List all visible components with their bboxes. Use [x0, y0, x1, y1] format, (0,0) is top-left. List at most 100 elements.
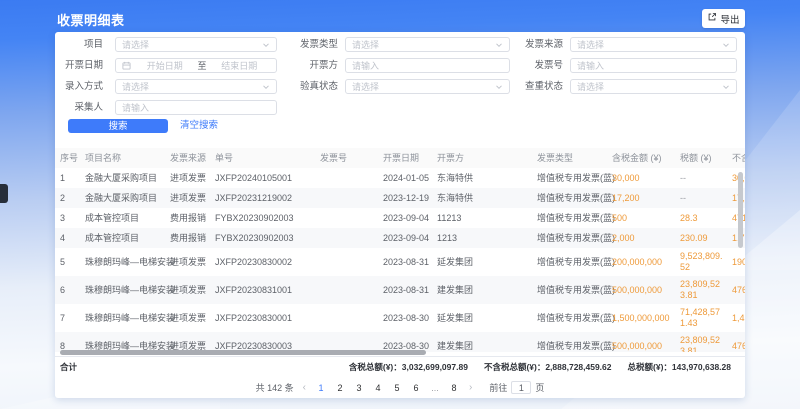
chevron-down-icon [262, 83, 270, 91]
project-select[interactable]: 请选择 [115, 37, 277, 52]
page-button[interactable]: 4 [372, 383, 384, 393]
entry-method-select[interactable]: 请选择 [115, 79, 277, 94]
cell-issuer: 延发集团 [437, 248, 537, 276]
chevron-down-icon [495, 41, 503, 49]
page-button[interactable]: 5 [391, 383, 403, 393]
cell-amount_with_tax: 30,000 [612, 168, 680, 188]
invoice-detail-card: 项目 请选择 发票类型 请选择 发票来源 请选择 开票日期 [55, 32, 745, 398]
cell-type: 增值税专用发票(蓝) [537, 188, 612, 208]
cell-type: 增值税专用发票(蓝) [537, 332, 612, 352]
col-header-amount-with-tax: 含税金额 (¥) [612, 148, 680, 168]
cell-amount_with_tax: 17,200 [612, 188, 680, 208]
cell-project: 珠穆朗玛峰—电梯安装 [85, 304, 170, 332]
goto-page-input[interactable] [511, 381, 531, 394]
cell-tax: 23,809,523.81 [680, 276, 732, 304]
invoice-number-input[interactable] [577, 61, 730, 71]
horizontal-scrollbar-thumb[interactable] [60, 350, 426, 355]
col-header-issuer: 开票方 [437, 148, 537, 168]
collector-input-wrap [115, 100, 277, 115]
cell-project: 金融大厦采购项目 [85, 188, 170, 208]
goto-label: 前往 [489, 381, 507, 394]
cell-date: 2023-08-31 [383, 248, 437, 276]
page-title: 收票明细表 [57, 10, 125, 29]
invoice-source-select[interactable]: 请选择 [570, 37, 737, 52]
summary-label: 合计 [55, 361, 77, 373]
page-button[interactable]: 3 [353, 383, 365, 393]
export-button[interactable]: 导出 [702, 9, 745, 28]
sidebar-collapse-handle[interactable] [0, 184, 8, 203]
cell-source: 费用报销 [170, 208, 215, 228]
col-header-no: 序号 [55, 148, 85, 168]
start-date-placeholder: 开始日期 [134, 59, 196, 72]
cell-project: 成本管控项目 [85, 228, 170, 248]
search-button[interactable]: 搜索 [68, 119, 168, 133]
cell-type: 增值税专用发票(蓝) [537, 228, 612, 248]
cell-invoice_no [320, 332, 383, 352]
cell-tax: 28.3 [680, 208, 732, 228]
cell-tax: -- [680, 168, 732, 188]
table-row: 6珠穆朗玛峰—电梯安装进项发票JXFP202308310012023-08-31… [55, 276, 745, 304]
filter-label-dup-check-status: 查重状态 [510, 79, 563, 94]
filter-label-verify-status: 验真状态 [285, 79, 338, 94]
cell-amount_without_tax: 1,428,571,428.57 [732, 304, 745, 332]
cell-amount_with_tax: 500,000,000 [612, 332, 680, 352]
page-ellipsis: ... [429, 383, 441, 393]
page-button[interactable]: 8 [448, 383, 460, 393]
page-button[interactable]: 6 [410, 383, 422, 393]
page-button[interactable]: 1 [315, 383, 327, 393]
cell-invoice_no [320, 168, 383, 188]
cell-invoice_no [320, 188, 383, 208]
col-header-project: 项目名称 [85, 148, 170, 168]
dup-check-status-select[interactable]: 请选择 [570, 79, 737, 94]
filter-label-invoice-type: 发票类型 [285, 37, 338, 52]
cell-source: 进项发票 [170, 276, 215, 304]
cell-type: 增值税专用发票(蓝) [537, 208, 612, 228]
clear-search-button[interactable]: 清空搜索 [180, 119, 218, 133]
vertical-scrollbar-thumb[interactable] [738, 172, 743, 248]
col-header-invoice-no: 发票号 [320, 148, 383, 168]
cell-order_no: JXFP20240105001 [215, 168, 320, 188]
cell-date: 2023-09-04 [383, 208, 437, 228]
issuer-input[interactable] [352, 61, 503, 71]
next-page-button[interactable]: › [467, 382, 474, 393]
cell-source: 进项发票 [170, 332, 215, 352]
export-button-label: 导出 [720, 12, 739, 26]
cell-no: 4 [55, 228, 85, 248]
cell-amount_with_tax: 2,000 [612, 228, 680, 248]
cell-date: 2023-12-19 [383, 188, 437, 208]
cell-no: 2 [55, 188, 85, 208]
prev-page-button[interactable]: ‹ [301, 382, 308, 393]
col-header-tax: 税额 (¥) [680, 148, 732, 168]
cell-issuer: 11213 [437, 208, 537, 228]
col-header-type: 发票类型 [537, 148, 612, 168]
pagination-total: 共 142 条 [256, 381, 294, 394]
summary-without-tax: 不含税总额(¥)：2,888,728,459.62 [484, 361, 612, 373]
summary-total-tax: 总税额(¥)：143,970,638.28 [628, 361, 731, 373]
cell-source: 费用报销 [170, 228, 215, 248]
cell-type: 增值税专用发票(蓝) [537, 276, 612, 304]
cell-date: 2023-09-04 [383, 228, 437, 248]
page-button[interactable]: 2 [334, 383, 346, 393]
cell-amount_without_tax: 476,190,476.19 [732, 332, 745, 352]
cell-no: 8 [55, 332, 85, 352]
collector-input[interactable] [122, 103, 270, 113]
cell-order_no: FYBX20230902003 [215, 208, 320, 228]
invoice-type-select[interactable]: 请选择 [345, 37, 510, 52]
cell-tax: 23,809,523.81 [680, 332, 732, 352]
cell-source: 进项发票 [170, 188, 215, 208]
filter-label-entry-method: 录入方式 [55, 79, 103, 94]
summary-with-tax: 含税总额(¥)：3,032,699,097.89 [349, 361, 468, 373]
chevron-down-icon [722, 41, 730, 49]
cell-order_no: JXFP20231219002 [215, 188, 320, 208]
filter-label-collector: 采集人 [55, 100, 103, 115]
verify-status-select[interactable]: 请选择 [345, 79, 510, 94]
cell-type: 增值税专用发票(蓝) [537, 168, 612, 188]
cell-tax: 9,523,809.52 [680, 248, 732, 276]
invoice-date-range-picker[interactable]: 开始日期 至 结束日期 [115, 58, 277, 73]
table-row: 3成本管控项目费用报销FYBX202309020032023-09-041121… [55, 208, 745, 228]
cell-project: 珠穆朗玛峰—电梯安装 [85, 248, 170, 276]
chevron-down-icon [262, 41, 270, 49]
date-range-separator: 至 [196, 59, 209, 72]
table-row: 2金融大厦采购项目进项发票JXFP202312190022023-12-19东海… [55, 188, 745, 208]
cell-issuer: 东海特供 [437, 168, 537, 188]
